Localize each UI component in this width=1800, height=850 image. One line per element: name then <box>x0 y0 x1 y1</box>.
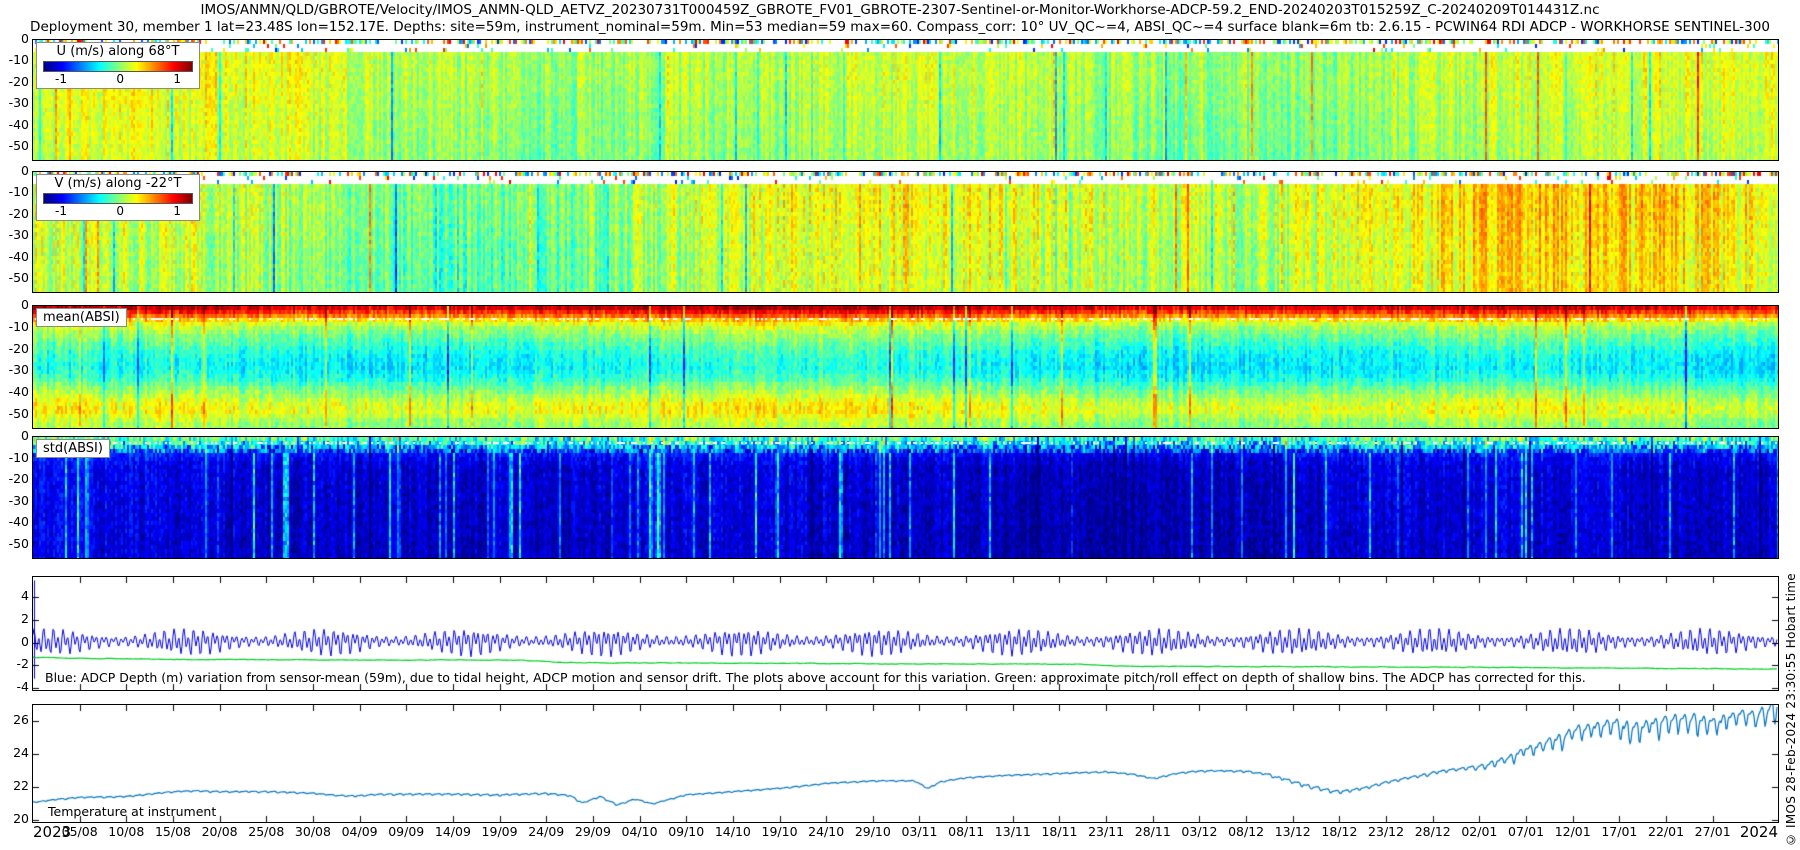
y-tick-label: -10 <box>0 319 29 334</box>
y-tick-label: -2 <box>0 656 29 671</box>
v-legend-title: V (m/s) along -22°T <box>43 176 193 192</box>
y-tick-label: 0 <box>0 163 29 178</box>
y-tick-label: 0 <box>0 428 29 443</box>
v-velocity-heatmap-canvas <box>33 172 1778 292</box>
y-tick-label: -30 <box>0 362 29 377</box>
std-absi-label: std(ABSI) <box>36 439 110 458</box>
depth-variation-annotation: Blue: ADCP Depth (m) variation from sens… <box>45 670 1586 685</box>
y-tick-label: -50 <box>0 406 29 421</box>
y-tick-label: -50 <box>0 270 29 285</box>
y-tick-label: -4 <box>0 679 29 694</box>
y-tick-label: 0 <box>0 634 29 649</box>
y-tick-label: 0 <box>0 31 29 46</box>
mean-absi-label: mean(ABSI) <box>36 308 127 327</box>
y-tick-label: -30 <box>0 95 29 110</box>
u-velocity-heatmap-canvas <box>33 40 1778 160</box>
y-tick-label: -50 <box>0 138 29 153</box>
end-year-label: 2024 <box>1718 823 1778 841</box>
u-colorbar-ticks: -1 0 1 <box>43 72 193 86</box>
u-colorbar-tick-zero: 0 <box>116 72 124 86</box>
mean-absi-heatmap-canvas <box>33 306 1778 428</box>
y-tick-label: -40 <box>0 514 29 529</box>
v-velocity-panel: V (m/s) along -22°T -1 0 1 <box>32 171 1779 293</box>
v-colorbar-tick-zero: 0 <box>116 204 124 218</box>
y-tick-label: 4 <box>0 588 29 603</box>
mean-absi-panel: mean(ABSI) <box>32 305 1779 429</box>
std-absi-panel: std(ABSI) <box>32 436 1779 559</box>
v-colorbar-legend: V (m/s) along -22°T -1 0 1 <box>36 174 200 221</box>
y-tick-label: -30 <box>0 493 29 508</box>
y-tick-label: -10 <box>0 52 29 67</box>
figure-title-filename: IMOS/ANMN/QLD/GBROTE/Velocity/IMOS_ANMN-… <box>0 2 1800 18</box>
y-tick-label: 2 <box>0 611 29 626</box>
y-tick-label: 26 <box>0 712 29 727</box>
u-colorbar-jet-gradient <box>43 61 193 72</box>
v-colorbar-tick-max: 1 <box>173 204 181 218</box>
y-tick-label: -40 <box>0 117 29 132</box>
v-colorbar-ticks: -1 0 1 <box>43 204 193 218</box>
x-axis-tick-labels-layer: 05/0810/0815/0820/0825/0830/0804/0909/09… <box>0 824 1800 846</box>
figure-subtitle-deployment-info: Deployment 30, member 1 lat=23.48S lon=1… <box>0 19 1800 35</box>
y-tick-label: -20 <box>0 471 29 486</box>
y-tick-label: -20 <box>0 74 29 89</box>
y-tick-label: -30 <box>0 227 29 242</box>
y-tick-label: -10 <box>0 450 29 465</box>
y-tick-label: -40 <box>0 249 29 264</box>
u-colorbar-tick-max: 1 <box>173 72 181 86</box>
std-absi-heatmap-canvas <box>33 437 1778 558</box>
y-tick-label: -20 <box>0 341 29 356</box>
y-tick-label: -20 <box>0 206 29 221</box>
start-year-label: 2023 <box>33 823 71 841</box>
v-colorbar-jet-gradient <box>43 193 193 204</box>
u-velocity-panel: U (m/s) along 68°T -1 0 1 <box>32 39 1779 161</box>
y-tick-label: 24 <box>0 745 29 760</box>
y-tick-label: -50 <box>0 536 29 551</box>
y-tick-label: -40 <box>0 384 29 399</box>
temperature-series-label: Temperature at instrument <box>48 804 216 819</box>
temperature-panel: Temperature at instrument <box>32 704 1779 823</box>
u-colorbar-tick-min: -1 <box>55 72 67 86</box>
u-legend-title: U (m/s) along 68°T <box>43 44 193 60</box>
imos-copyright-vertical-text: © IMOS 28-Feb-2024 23:30:55 Hobart time <box>1784 573 1798 846</box>
v-colorbar-tick-min: -1 <box>55 204 67 218</box>
figure-root: IMOS/ANMN/QLD/GBROTE/Velocity/IMOS_ANMN-… <box>0 0 1800 850</box>
temperature-line-canvas <box>33 705 1778 822</box>
y-tick-label: 0 <box>0 297 29 312</box>
u-colorbar-legend: U (m/s) along 68°T -1 0 1 <box>36 42 200 89</box>
y-tick-label: -10 <box>0 184 29 199</box>
depth-variation-panel: Blue: ADCP Depth (m) variation from sens… <box>32 576 1779 691</box>
y-tick-label: 22 <box>0 778 29 793</box>
